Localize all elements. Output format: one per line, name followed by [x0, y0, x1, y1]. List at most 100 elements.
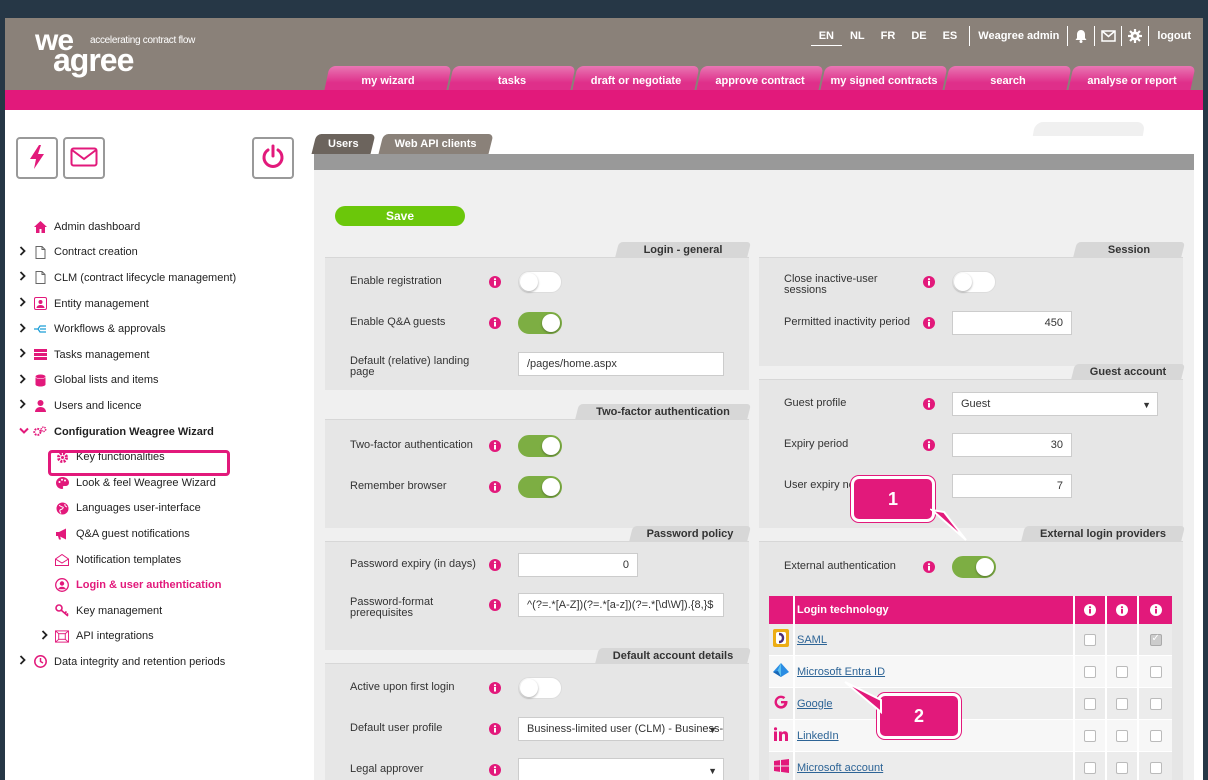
header-info-3[interactable]	[1139, 596, 1172, 624]
landing-page-input[interactable]: /pages/home.aspx	[518, 352, 724, 376]
provider-checkbox[interactable]	[1084, 729, 1096, 742]
provider-checkbox[interactable]	[1149, 729, 1162, 742]
provider-checkbox[interactable]	[1149, 665, 1162, 678]
active-first-login-toggle[interactable]	[518, 677, 562, 699]
info-icon[interactable]	[489, 764, 501, 776]
close-inactive-toggle[interactable]	[952, 271, 996, 293]
info-icon[interactable]	[489, 440, 501, 452]
chevron-down-icon[interactable]	[19, 426, 29, 438]
info-icon[interactable]	[923, 439, 935, 451]
provider-link[interactable]: SAML	[797, 634, 827, 646]
tab-draft-or-negotiate[interactable]: draft or negotiate	[575, 66, 697, 90]
chevron-right-icon[interactable]	[41, 630, 51, 643]
guest-profile-select[interactable]: Guest ▼	[952, 392, 1158, 416]
chevron-right-icon[interactable]	[19, 348, 29, 361]
sidebar-item-key-management[interactable]: Key management	[5, 598, 305, 624]
chevron-right-icon[interactable]	[19, 297, 29, 310]
tab-my-signed-contracts[interactable]: my signed contracts	[823, 66, 945, 90]
provider-link[interactable]: Google	[797, 698, 832, 710]
sidebar-item-tasks-management[interactable]: Tasks management	[5, 342, 305, 368]
tab-users[interactable]: Users	[314, 134, 373, 154]
envelope-icon[interactable]	[1099, 26, 1117, 46]
sidebar-item-global-lists-and-items[interactable]: Global lists and items	[5, 368, 305, 394]
provider-checkbox[interactable]	[1084, 761, 1096, 774]
provider-checkbox[interactable]	[1116, 697, 1128, 710]
enable-registration-toggle[interactable]	[518, 271, 562, 293]
external-auth-toggle[interactable]	[952, 556, 996, 578]
info-icon[interactable]	[489, 723, 501, 735]
provider-checkbox[interactable]	[1116, 729, 1128, 742]
provider-checkbox[interactable]	[1116, 665, 1128, 678]
info-icon[interactable]	[923, 398, 935, 410]
lang-es[interactable]: ES	[935, 26, 966, 46]
chevron-right-icon[interactable]	[19, 399, 29, 412]
sidebar-item-configuration-weagree-wizard[interactable]: Configuration Weagree Wizard	[5, 419, 305, 445]
password-format-input[interactable]: ^(?=.*[A-Z])(?=.*[a-z])(?=.*[\d\W]).{8,}…	[518, 593, 724, 617]
tab-approve-contract[interactable]: approve contract	[699, 66, 821, 90]
user-expiry-notification-input[interactable]: 7	[952, 474, 1072, 498]
provider-checkbox[interactable]	[1149, 697, 1162, 710]
provider-checkbox[interactable]	[1084, 633, 1096, 646]
sidebar-item-notification-templates[interactable]: Notification templates	[5, 547, 305, 573]
chevron-right-icon[interactable]	[19, 323, 29, 336]
tab-web-api-clients[interactable]: Web API clients	[381, 134, 491, 154]
legal-approver-select[interactable]: ▼	[518, 758, 724, 780]
lang-nl[interactable]: NL	[842, 26, 873, 46]
tab-tasks[interactable]: tasks	[451, 66, 573, 90]
chevron-right-icon[interactable]	[19, 271, 29, 284]
sidebar-item-users-and-licence[interactable]: Users and licence	[5, 393, 305, 419]
lang-de[interactable]: DE	[903, 26, 934, 46]
tab-search[interactable]: search	[947, 66, 1069, 90]
provider-link[interactable]: Microsoft Entra ID	[797, 666, 885, 678]
save-button[interactable]: Save	[335, 206, 465, 226]
expiry-period-input[interactable]: 30	[952, 433, 1072, 457]
provider-checkbox[interactable]	[1084, 665, 1096, 678]
lang-en[interactable]: EN	[810, 26, 842, 46]
password-expiry-input[interactable]: 0	[518, 553, 638, 577]
info-icon[interactable]	[923, 561, 935, 573]
two-factor-toggle[interactable]	[518, 435, 562, 457]
lang-fr[interactable]: FR	[873, 26, 904, 46]
inactivity-period-input[interactable]: 450	[952, 311, 1072, 335]
header-info-1[interactable]	[1075, 596, 1107, 624]
sidebar-item-admin-dashboard[interactable]: Admin dashboard	[5, 214, 305, 240]
info-icon[interactable]	[489, 599, 501, 611]
sidebar-item-languages-user-interface[interactable]: Languages user-interface	[5, 496, 305, 522]
enable-qa-guests-toggle[interactable]	[518, 312, 562, 334]
messages-button[interactable]	[63, 137, 105, 179]
info-icon[interactable]	[489, 276, 501, 288]
provider-checkbox[interactable]	[1084, 697, 1096, 710]
sidebar-item-clm-contract-lifecycle-management[interactable]: CLM (contract lifecycle management)	[5, 265, 305, 291]
remember-browser-toggle[interactable]	[518, 476, 562, 498]
info-icon[interactable]	[489, 317, 501, 329]
chevron-right-icon[interactable]	[19, 246, 29, 259]
info-icon[interactable]	[489, 682, 501, 694]
quick-action-button[interactable]	[16, 137, 58, 179]
tab-analyse-or-report[interactable]: analyse or report	[1071, 66, 1193, 90]
provider-link[interactable]: Microsoft account	[797, 762, 883, 774]
bell-icon[interactable]	[1072, 26, 1090, 46]
sidebar-item-entity-management[interactable]: Entity management	[5, 291, 305, 317]
sidebar-item-workflows-approvals[interactable]: Workflows & approvals	[5, 316, 305, 342]
header-info-2[interactable]	[1107, 596, 1139, 624]
info-icon[interactable]	[923, 276, 935, 288]
provider-checkbox[interactable]	[1149, 761, 1162, 774]
chevron-right-icon[interactable]	[19, 655, 29, 668]
power-button[interactable]	[252, 137, 294, 179]
info-icon[interactable]	[489, 481, 501, 493]
provider-checkbox[interactable]	[1116, 761, 1128, 774]
user-name[interactable]: Weagree admin	[974, 30, 1063, 42]
tab-my-wizard[interactable]: my wizard	[327, 66, 449, 90]
provider-checkbox[interactable]	[1149, 633, 1162, 646]
sidebar-item-contract-creation[interactable]: Contract creation	[5, 240, 305, 266]
chevron-right-icon[interactable]	[19, 374, 29, 387]
sidebar-item-login-user-authentication[interactable]: Login & user authentication	[5, 572, 305, 598]
default-user-profile-select[interactable]: Business-limited user (CLM) - Business-l…	[518, 717, 724, 741]
info-icon[interactable]	[489, 559, 501, 571]
sidebar-item-data-integrity-and-retention-periods[interactable]: Data integrity and retention periods	[5, 649, 305, 675]
sidebar-item-q-a-guest-notifications[interactable]: Q&A guest notifications	[5, 521, 305, 547]
info-icon[interactable]	[923, 317, 935, 329]
sidebar-item-api-integrations[interactable]: API integrations	[5, 624, 305, 650]
provider-link[interactable]: LinkedIn	[797, 730, 839, 742]
logout-link[interactable]: logout	[1153, 30, 1195, 42]
